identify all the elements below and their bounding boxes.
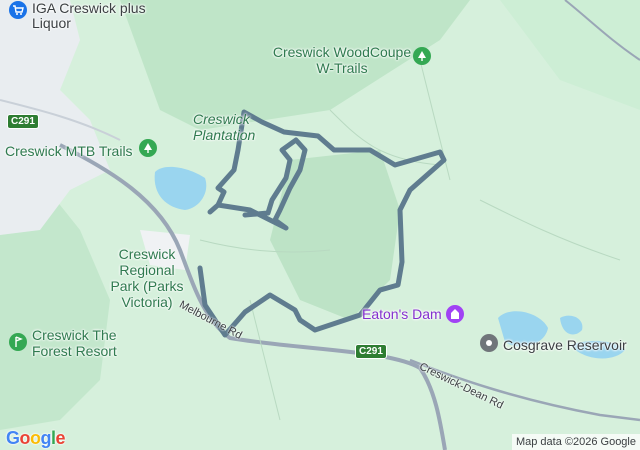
map-attribution[interactable]: Map data ©2026 Google [511,434,640,450]
eatons-dam-label[interactable]: Eaton's Dam [362,306,442,322]
route-shield-c291: C291 [355,344,387,359]
iga-label[interactable]: IGA Creswick plus Liquor [32,1,152,31]
mtb-label[interactable]: Creswick MTB Trails [5,143,133,159]
shopping-cart-icon[interactable] [9,1,27,19]
golf-icon[interactable] [9,333,27,351]
route-shield-c291: C291 [7,114,39,129]
woodcoupe-label[interactable]: Creswick WoodCoupe W-Trails [272,44,412,76]
plantation-label[interactable]: Creswick Plantation [193,111,265,143]
cosgrave-reservoir-label[interactable]: Cosgrave Reservoir [503,337,627,353]
map-canvas[interactable]: IGA Creswick plus Liquor Creswick WoodCo… [0,0,640,450]
place-icon[interactable] [480,334,498,352]
attraction-icon[interactable] [446,305,464,323]
park-tree-icon[interactable] [413,47,431,65]
regional-park-label[interactable]: Creswick Regional Park (Parks Victoria) [104,246,190,310]
park-tree-icon[interactable] [139,139,157,157]
forest-resort-label[interactable]: Creswick The Forest Resort [32,327,152,359]
google-logo: Google [6,428,66,448]
